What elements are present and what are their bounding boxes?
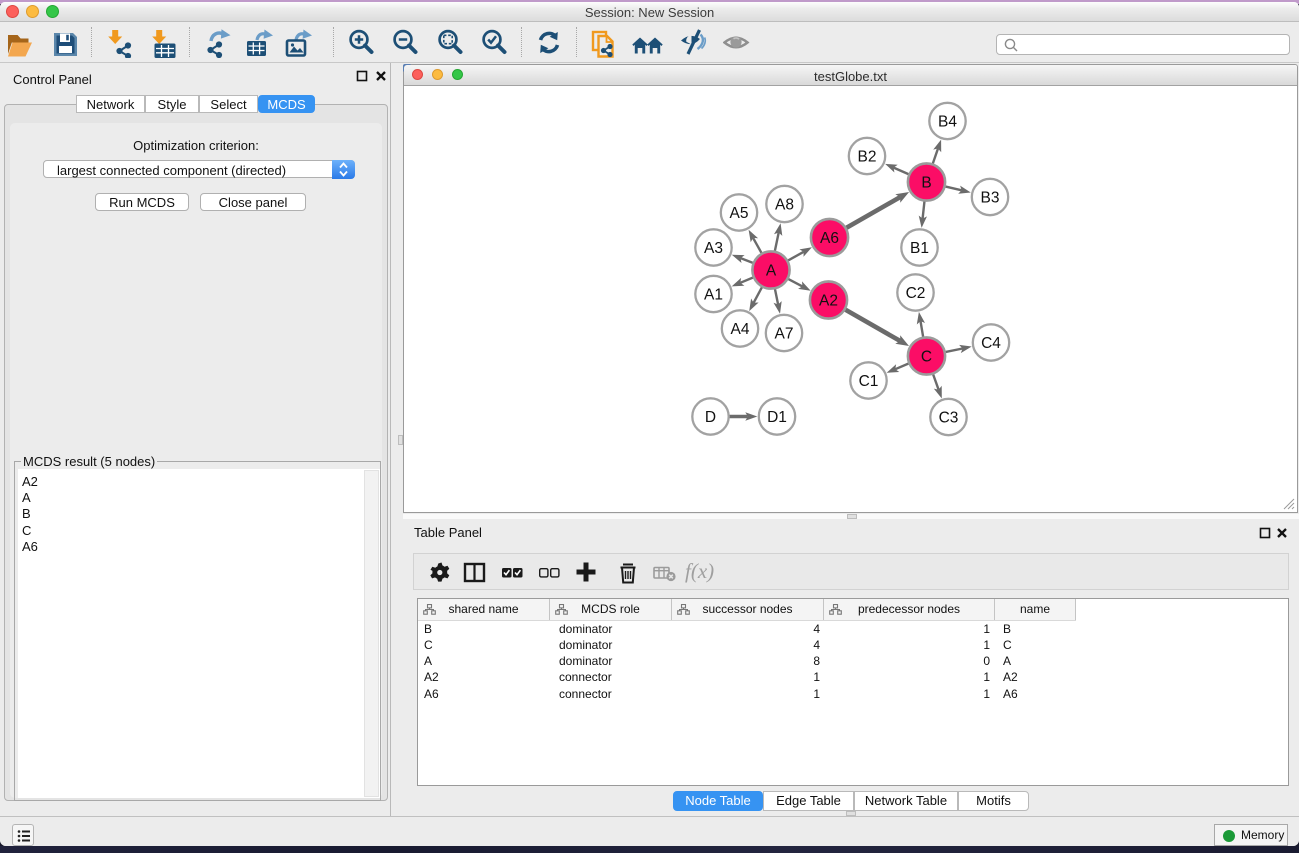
svg-text:B4: B4 bbox=[938, 113, 957, 130]
svg-text:A3: A3 bbox=[704, 240, 723, 257]
svg-text:B3: B3 bbox=[981, 189, 1000, 206]
svg-text:B2: B2 bbox=[858, 148, 877, 165]
svg-text:D: D bbox=[705, 409, 716, 426]
svg-text:A6: A6 bbox=[820, 230, 839, 247]
svg-text:C4: C4 bbox=[981, 335, 1001, 352]
svg-text:D1: D1 bbox=[767, 409, 787, 426]
svg-text:C2: C2 bbox=[906, 285, 926, 302]
svg-text:A: A bbox=[766, 262, 777, 279]
svg-text:A1: A1 bbox=[704, 286, 723, 303]
svg-text:A2: A2 bbox=[819, 292, 838, 309]
svg-text:A7: A7 bbox=[775, 325, 794, 342]
svg-text:B: B bbox=[921, 174, 931, 191]
svg-text:A5: A5 bbox=[730, 205, 749, 222]
svg-text:C: C bbox=[921, 348, 932, 365]
svg-text:A8: A8 bbox=[775, 196, 794, 213]
svg-text:C1: C1 bbox=[859, 373, 879, 390]
svg-text:A4: A4 bbox=[731, 321, 750, 338]
svg-text:B1: B1 bbox=[910, 240, 929, 257]
svg-text:C3: C3 bbox=[939, 409, 959, 426]
